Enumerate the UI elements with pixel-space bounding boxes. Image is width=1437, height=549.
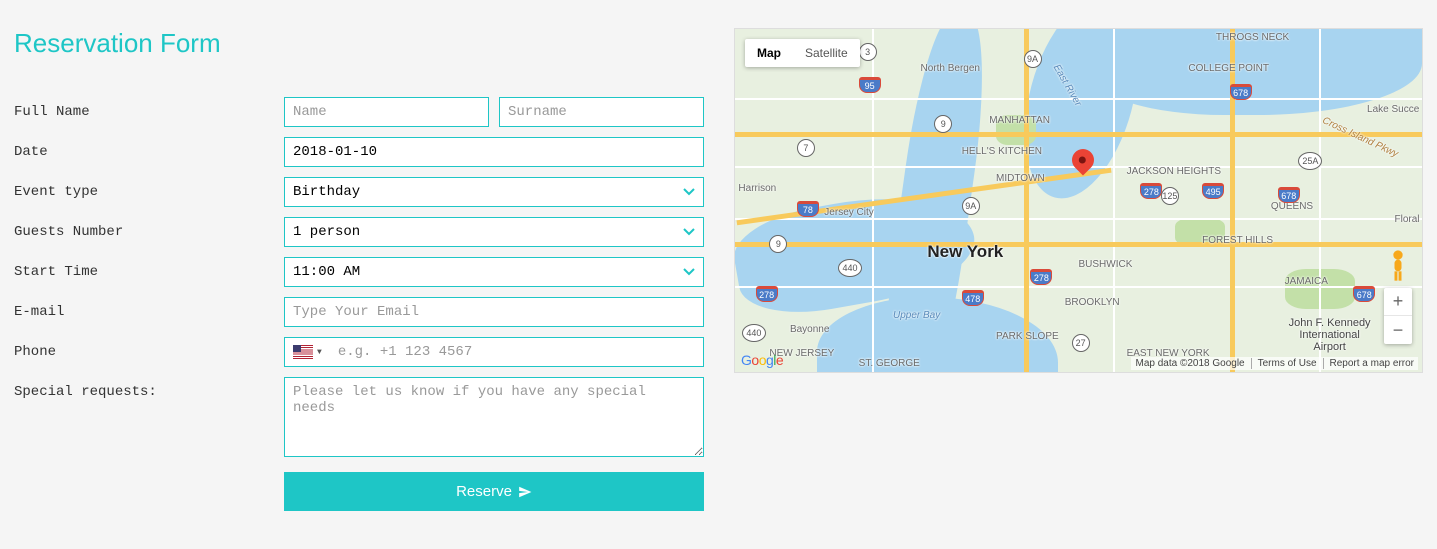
map-type-satellite-button[interactable]: Satellite: [793, 39, 860, 67]
label-phone: Phone: [14, 337, 284, 360]
zoom-out-button[interactable]: −: [1384, 316, 1412, 344]
label-email: E-mail: [14, 297, 284, 320]
map-label: COLLEGE POINT: [1188, 63, 1269, 74]
map-label: Harrison: [738, 183, 776, 194]
map-label: ST. GEORGE: [859, 358, 920, 369]
map-label: JAMAICA: [1285, 276, 1328, 287]
hwy-shield-icon: 78: [797, 201, 819, 217]
route-icon: 9A: [962, 197, 980, 215]
map-label: THROGS NECK: [1216, 32, 1289, 43]
hwy-shield-icon: 495: [1202, 183, 1224, 199]
map-label: Lake Succe: [1367, 104, 1419, 115]
map-type-control: Map Satellite: [745, 39, 860, 67]
email-input[interactable]: [284, 297, 704, 327]
hwy-shield-icon: 678: [1353, 286, 1375, 302]
map-copyright: Map data ©2018 Google: [1135, 358, 1244, 369]
phone-country-select[interactable]: ▼: [285, 339, 330, 365]
map-label: BROOKLYN: [1065, 297, 1120, 308]
chevron-down-icon: [683, 268, 695, 276]
chevron-down-icon: [683, 188, 695, 196]
map-label: John F. Kennedy International Airport: [1285, 317, 1375, 353]
zoom-in-button[interactable]: +: [1384, 288, 1412, 316]
map-label: MANHATTAN: [989, 115, 1050, 126]
route-icon: 3: [859, 43, 877, 61]
reserve-button[interactable]: Reserve: [284, 472, 704, 511]
start-time-select[interactable]: 11:00 AM: [284, 257, 704, 287]
start-time-value: 11:00 AM: [293, 264, 360, 280]
map-label: HELL'S KITCHEN: [962, 146, 1042, 157]
map-label-new-york: New York: [927, 242, 1003, 262]
route-icon: 27: [1072, 334, 1090, 352]
map-label: MIDTOWN: [996, 173, 1045, 184]
map-label: North Bergen: [920, 63, 979, 74]
caret-down-icon: ▼: [317, 348, 322, 357]
map-type-map-button[interactable]: Map: [745, 39, 793, 67]
first-name-input[interactable]: [284, 97, 489, 127]
label-date: Date: [14, 137, 284, 160]
label-event-type: Event type: [14, 177, 284, 200]
event-type-value: Birthday: [293, 184, 360, 200]
label-full-name: Full Name: [14, 97, 284, 120]
map-label: Cross Island Pkwy: [1320, 115, 1399, 160]
map-label: JACKSON HEIGHTS: [1127, 166, 1221, 177]
label-special: Special requests:: [14, 377, 284, 400]
hwy-shield-icon: 478: [962, 290, 984, 306]
route-icon: 440: [742, 324, 766, 342]
map-label: PARK SLOPE: [996, 331, 1059, 342]
event-type-select[interactable]: Birthday: [284, 177, 704, 207]
route-icon: 9: [934, 115, 952, 133]
hwy-shield-icon: 278: [1140, 183, 1162, 199]
special-requests-textarea[interactable]: [284, 377, 704, 457]
guests-select[interactable]: 1 person: [284, 217, 704, 247]
map-label: Bayonne: [790, 324, 829, 335]
pegman-icon[interactable]: [1384, 248, 1412, 278]
paper-plane-icon: [518, 485, 532, 499]
route-icon: 440: [838, 259, 862, 277]
zoom-control: + −: [1384, 288, 1412, 344]
hwy-shield-icon: 678: [1278, 187, 1300, 203]
reserve-button-label: Reserve: [456, 483, 512, 500]
hwy-shield-icon: 278: [756, 286, 778, 302]
hwy-shield-icon: 278: [1030, 269, 1052, 285]
map-label: Floral: [1395, 214, 1420, 225]
form-title: Reservation Form: [14, 28, 704, 59]
phone-input[interactable]: [330, 338, 703, 366]
map-label: BUSHWICK: [1079, 259, 1133, 270]
chevron-down-icon: [683, 228, 695, 236]
hwy-shield-icon: 678: [1230, 84, 1252, 100]
surname-input[interactable]: [499, 97, 704, 127]
date-input[interactable]: [284, 137, 704, 167]
google-logo: Google: [741, 352, 783, 368]
map-report-link[interactable]: Report a map error: [1323, 358, 1414, 369]
label-start-time: Start Time: [14, 257, 284, 280]
label-guests: Guests Number: [14, 217, 284, 240]
map-label: FOREST HILLS: [1202, 235, 1273, 246]
map-footer: Map data ©2018 Google Terms of Use Repor…: [1131, 357, 1418, 370]
hwy-shield-icon: 95: [859, 77, 881, 93]
map-label: Jersey City: [824, 207, 873, 218]
map-label: Upper Bay: [893, 310, 940, 321]
route-icon: 125: [1161, 187, 1179, 205]
map-terms-link[interactable]: Terms of Use: [1251, 358, 1317, 369]
reservation-form: Reservation Form Full Name Date Event ty…: [14, 28, 704, 521]
route-icon: 9A: [1024, 50, 1042, 68]
guests-value: 1 person: [293, 224, 360, 240]
us-flag-icon: [293, 345, 313, 359]
route-icon: 7: [797, 139, 815, 157]
location-map[interactable]: New York North Bergen MANHATTAN HELL'S K…: [734, 28, 1423, 373]
